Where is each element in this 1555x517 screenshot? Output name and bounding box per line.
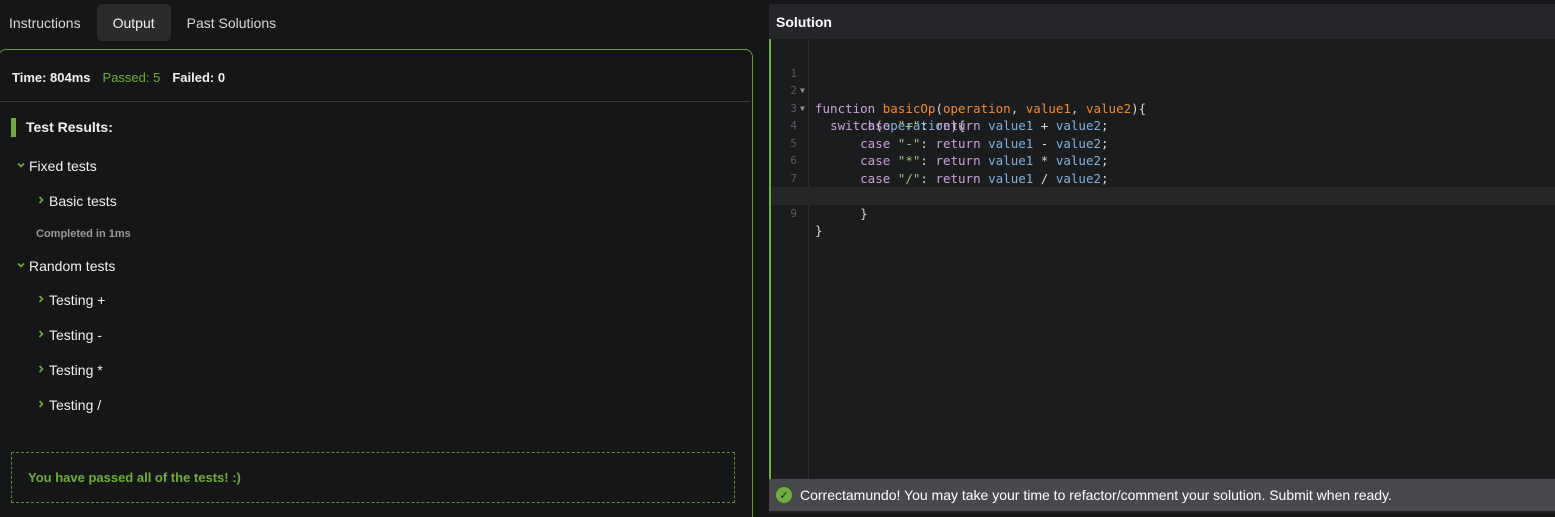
tab-past-solutions[interactable]: Past Solutions [171,4,293,41]
test-basic-tests[interactable]: Basic tests [34,191,117,211]
chevron-right-icon [34,194,48,208]
failed-count: Failed: 0 [172,70,226,85]
group-label: Random tests [29,258,116,274]
code-line-active: 9 } [771,187,1555,238]
line-number: 9 [790,206,797,220]
check-circle-icon: ✓ [776,487,792,503]
chevron-right-icon [34,363,48,377]
test-results-label: Test Results: [26,119,113,135]
output-pane: Instructions Output Past Solutions Time:… [0,0,760,517]
solution-title: Solution [776,13,832,30]
code-line: 2 ▼ switch(operation){ [771,65,1555,133]
completed-time: Completed in 1ms [36,228,131,240]
heading-accent-bar [11,117,16,137]
test-testing-minus[interactable]: Testing - [34,325,102,345]
code-line: 8 } [771,170,1555,221]
code-line: 6 case "/": return value1 / value2; [771,135,1555,186]
group-label: Fixed tests [29,158,97,174]
tab-bar: Instructions Output Past Solutions [0,4,292,41]
passed-count: Passed: 5 [102,70,161,85]
code-text: } [815,223,823,238]
all-passed-text: You have passed all of the tests! :) [28,470,241,485]
test-label: Basic tests [49,193,117,209]
code-line: 3 case "+": return value1 + value2; [771,82,1555,134]
chevron-right-icon [34,398,48,412]
solution-header: Solution [769,4,1555,39]
test-testing-multiply[interactable]: Testing * [34,360,103,380]
app-root: Instructions Output Past Solutions Time:… [0,0,1555,517]
tab-instructions[interactable]: Instructions [0,4,97,41]
test-results-heading: Test Results: [11,117,113,137]
group-fixed-tests[interactable]: Fixed tests [14,156,97,176]
output-panel [0,49,753,517]
solution-pane: Solution 1 ▼ function basicOp(operation,… [769,4,1555,513]
test-summary: Time: 804ms Passed: 5 Failed: 0 [12,70,225,85]
test-testing-plus[interactable]: Testing + [34,290,105,310]
group-random-tests[interactable]: Random tests [14,256,115,276]
chevron-right-icon [34,328,48,342]
tab-output[interactable]: Output [96,4,171,41]
test-testing-divide[interactable]: Testing / [34,395,101,415]
code-line: 7 default: return 0; [771,152,1555,204]
test-label: Testing - [49,327,102,343]
status-message: Correctamundo! You may take your time to… [800,487,1392,503]
code-line: 1 ▼ function basicOp(operation, value1, … [771,47,1555,116]
chevron-down-icon [14,259,28,273]
chevron-right-icon [34,293,48,307]
test-label: Testing / [49,397,102,413]
test-label: Testing * [49,362,103,378]
time-label: Time: 804ms [12,70,91,85]
test-label: Testing + [49,292,106,308]
chevron-down-icon [14,159,28,173]
code-editor[interactable]: 1 ▼ function basicOp(operation, value1, … [771,39,1555,479]
status-bar: ✓ Correctamundo! You may take your time … [769,479,1555,511]
summary-divider [0,101,750,102]
all-passed-message: You have passed all of the tests! :) [11,452,735,503]
code-line: 5 case "*": return value1 * value2; [771,117,1555,169]
code-line: 4 case "-": return value1 - value2; [771,100,1555,151]
